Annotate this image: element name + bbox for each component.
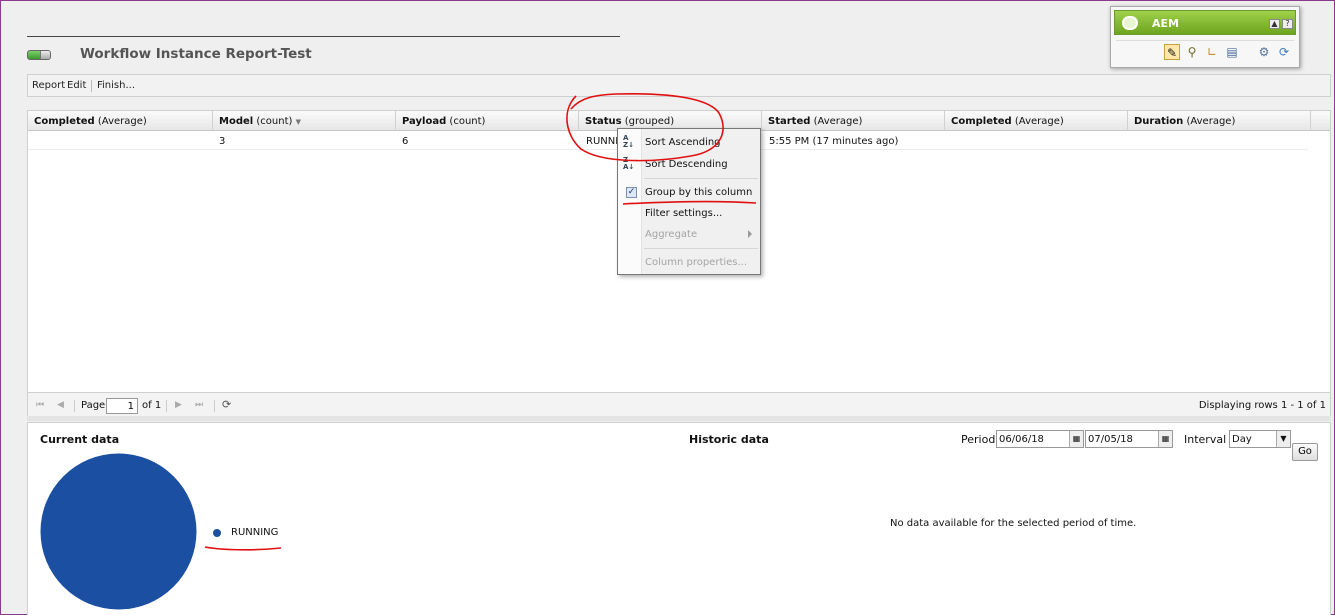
refresh-icon[interactable]: ⟳	[222, 398, 231, 411]
chevron-down-icon[interactable]: ▼	[1276, 431, 1290, 447]
paging-status: Displaying rows 1 - 1 of 1	[1198, 400, 1326, 411]
interval-select[interactable]: Day ▼	[1229, 430, 1291, 448]
aem-logo-icon	[1122, 16, 1138, 30]
splitter-handle[interactable]	[27, 416, 1331, 421]
cell-status: RUNNI	[586, 136, 619, 147]
title-rule	[27, 36, 620, 37]
sort-ascending-icon: A Z↓	[623, 134, 634, 149]
historic-data-title: Historic data	[689, 433, 769, 446]
column-header-payload[interactable]: Payload (count)	[396, 111, 579, 131]
page-number-input[interactable]	[106, 398, 138, 414]
sidekick-divider	[1116, 40, 1294, 41]
preview-magnifier-icon[interactable]: ⚲	[1184, 44, 1200, 60]
column-header-model[interactable]: Model (count) ▼	[213, 111, 396, 131]
column-header-started[interactable]: Started (Average)	[762, 111, 945, 131]
period-label: Period	[961, 433, 996, 446]
menu-divider	[644, 178, 758, 179]
sort-desc-icon: ▼	[295, 118, 301, 126]
page-title: Workflow Instance Report-Test	[80, 46, 312, 62]
next-page-icon[interactable]: ▶	[175, 400, 182, 410]
calendar-icon[interactable]: ▦	[1069, 431, 1083, 447]
pie-slice-running[interactable]	[40, 453, 197, 610]
period-from-field[interactable]: 06/06/18 ▦	[996, 430, 1084, 448]
column-header-duration[interactable]: Duration (Average)	[1128, 111, 1311, 131]
submenu-arrow-icon	[748, 230, 752, 238]
column-header-completed-2[interactable]: Completed (Average)	[945, 111, 1128, 131]
page-count: of 1	[142, 400, 162, 411]
checkbox-checked-icon[interactable]: ✓	[626, 187, 637, 198]
edit-pencil-icon[interactable]: ✎	[1164, 44, 1180, 60]
menu-item-column-properties: Column properties...	[645, 257, 748, 268]
column-context-menu: A Z↓ Sort Ascending Z A↓ Sort Descending ✓…	[617, 128, 761, 275]
menu-item-filter-settings[interactable]: Filter settings...	[618, 205, 760, 223]
interval-label: Interval	[1184, 433, 1227, 446]
edit-menu[interactable]: Edit	[67, 80, 86, 91]
column-header-completed[interactable]: Completed (Average)	[28, 111, 213, 131]
go-button[interactable]: Go	[1292, 443, 1318, 461]
cell-payload: 6	[402, 136, 409, 147]
first-page-icon[interactable]: ⏮	[36, 400, 44, 410]
toggle-icon[interactable]	[27, 50, 51, 60]
calendar-icon[interactable]: ▦	[1158, 431, 1172, 447]
charts-panel: Current data RUNNING Historic data Perio…	[27, 422, 1331, 615]
cell-started: 5:55 PM (17 minutes ago)	[769, 136, 899, 147]
menu-divider	[644, 248, 758, 249]
sidekick-header[interactable]: AEM ▲ ?	[1114, 10, 1296, 35]
refresh-icon[interactable]: ⟳	[1276, 44, 1292, 60]
collapse-icon[interactable]: ▲	[1269, 19, 1280, 29]
report-menu[interactable]: Report	[32, 80, 65, 91]
toolbar-divider	[91, 80, 92, 92]
design-ruler-icon[interactable]: ∟	[1204, 44, 1220, 60]
gear-icon[interactable]: ⚙	[1256, 44, 1272, 60]
legend-label-running: RUNNING	[231, 527, 279, 538]
report-toolbar: Report Edit Finish...	[27, 74, 1331, 97]
current-data-title: Current data	[40, 433, 120, 446]
period-to-field[interactable]: 07/05/18 ▦	[1085, 430, 1173, 448]
paging-toolbar: ⏮ ◀ Page of 1 ▶ ⏭ ⟳ Displaying rows 1 - …	[28, 392, 1330, 416]
legend-marker-running	[213, 529, 221, 537]
cell-model: 3	[219, 136, 226, 147]
menu-item-group-by-column[interactable]: ✓ Group by this column	[618, 184, 760, 202]
page-document-icon[interactable]: ▤	[1224, 44, 1240, 60]
no-data-message: No data available for the selected perio…	[890, 518, 1137, 529]
finish-menu[interactable]: Finish...	[97, 80, 135, 91]
pager-divider	[166, 400, 167, 412]
help-icon[interactable]: ?	[1282, 19, 1293, 29]
pager-divider	[74, 400, 75, 412]
menu-item-sort-ascending[interactable]: A Z↓ Sort Ascending	[618, 134, 760, 152]
last-page-icon[interactable]: ⏭	[195, 400, 203, 410]
menu-item-sort-descending[interactable]: Z A↓ Sort Descending	[618, 156, 760, 174]
pager-divider	[214, 400, 215, 412]
page-label: Page	[81, 400, 106, 411]
sidekick-title: AEM	[1152, 17, 1179, 30]
sort-descending-icon: Z A↓	[623, 156, 635, 171]
menu-item-aggregate: Aggregate	[618, 226, 760, 244]
prev-page-icon[interactable]: ◀	[57, 400, 64, 410]
sidekick-panel[interactable]: AEM ▲ ? ✎ ⚲ ∟ ▤ ⚙ ⟳	[1110, 6, 1300, 68]
current-data-pie-chart	[40, 453, 197, 610]
